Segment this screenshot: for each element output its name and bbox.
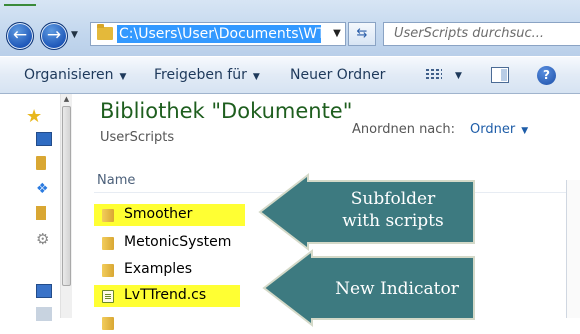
- desktop-icon[interactable]: [36, 132, 52, 146]
- new-folder-button[interactable]: Neuer Ordner: [290, 67, 385, 83]
- folder-icon: [102, 237, 114, 250]
- library-title: Bibliothek "Dokumente": [100, 99, 353, 123]
- script-file-icon: [102, 290, 114, 303]
- view-dropdown-icon[interactable]: ▼: [455, 71, 462, 81]
- column-header-name[interactable]: Name: [97, 173, 135, 188]
- preview-pane-button[interactable]: [491, 67, 509, 83]
- back-arrow-icon: ←: [12, 25, 28, 45]
- library-subtitle: UserScripts: [100, 130, 175, 145]
- toolbar: Organisieren ▼ Freigeben für ▼ Neuer Ordne…: [0, 56, 580, 94]
- list-item-label: LvTTrend.cs: [124, 287, 207, 303]
- callout-text: New Indicator: [322, 278, 472, 300]
- help-icon[interactable]: ?: [537, 66, 556, 85]
- folder-icon: [97, 24, 113, 40]
- address-path[interactable]: C:\Users\User\Documents\WT: [117, 25, 321, 43]
- arrange-by-label: Anordnen nach:: [352, 122, 456, 137]
- scroll-thumb[interactable]: [62, 106, 71, 286]
- arrange-by-value: Ordner: [470, 122, 516, 137]
- address-bar[interactable]: C:\Users\User\Documents\WT ▼: [90, 22, 346, 46]
- list-item-label: Smoother: [124, 206, 193, 222]
- callout-subfolder: Subfolder with scripts: [258, 172, 476, 252]
- forward-button[interactable]: →: [40, 22, 68, 50]
- address-dropdown-icon[interactable]: ▼: [329, 23, 345, 45]
- list-item-label: MetonicSystem: [124, 234, 232, 250]
- callout-indicator: New Indicator: [262, 248, 476, 328]
- share-label: Freigeben für: [154, 67, 247, 83]
- callout-text: Subfolder with scripts: [318, 188, 468, 232]
- chevron-down-icon: ▼: [521, 126, 529, 136]
- organize-button[interactable]: Organisieren ▼: [24, 67, 126, 83]
- search-input[interactable]: UserScripts durchsuc...: [383, 22, 580, 46]
- chevron-down-icon: ▼: [119, 72, 127, 82]
- content-scrollbar[interactable]: [566, 180, 580, 318]
- list-item[interactable]: [94, 312, 244, 334]
- list-item[interactable]: Examples: [94, 259, 244, 281]
- folder-icon[interactable]: [36, 206, 46, 220]
- computer-icon[interactable]: [36, 284, 52, 298]
- callout-line: with scripts: [342, 211, 444, 231]
- network-icon[interactable]: ⚙: [36, 232, 52, 247]
- list-item-label: Examples: [124, 261, 193, 277]
- folder-icon: [102, 264, 114, 277]
- forward-arrow-icon: →: [46, 25, 62, 45]
- refresh-button[interactable]: ⇆: [348, 22, 376, 46]
- organize-label: Organisieren: [24, 67, 114, 83]
- arrange-by-dropdown[interactable]: Ordner ▼: [470, 122, 528, 137]
- folder-icon: [102, 209, 114, 222]
- library-icon[interactable]: [36, 156, 46, 170]
- callout-line: Subfolder: [350, 189, 436, 209]
- chevron-down-icon: ▼: [252, 72, 260, 82]
- list-item[interactable]: Smoother: [94, 204, 245, 226]
- recent-locations-dropdown-icon[interactable]: ▼: [71, 30, 78, 40]
- favorites-star-icon[interactable]: ★: [26, 108, 42, 126]
- dropbox-icon[interactable]: ❖: [36, 182, 52, 196]
- share-button[interactable]: Freigeben für ▼: [154, 67, 260, 83]
- list-item[interactable]: LvTTrend.cs: [94, 285, 240, 307]
- folder-icon: [102, 317, 114, 330]
- list-item[interactable]: MetonicSystem: [94, 232, 244, 254]
- nav-scrollbar[interactable]: ▲: [60, 94, 72, 318]
- view-options-icon[interactable]: [426, 69, 442, 81]
- refresh-icon: ⇆: [356, 26, 368, 41]
- callout-line: New Indicator: [335, 279, 459, 299]
- back-button[interactable]: ←: [6, 22, 34, 50]
- drive-icon[interactable]: [36, 307, 52, 321]
- window-corner-line: [4, 4, 36, 6]
- scroll-up-icon[interactable]: ▲: [61, 94, 72, 105]
- address-bar-area: ← → ▼ C:\Users\User\Documents\WT ▼ ⇆ Use…: [0, 0, 580, 56]
